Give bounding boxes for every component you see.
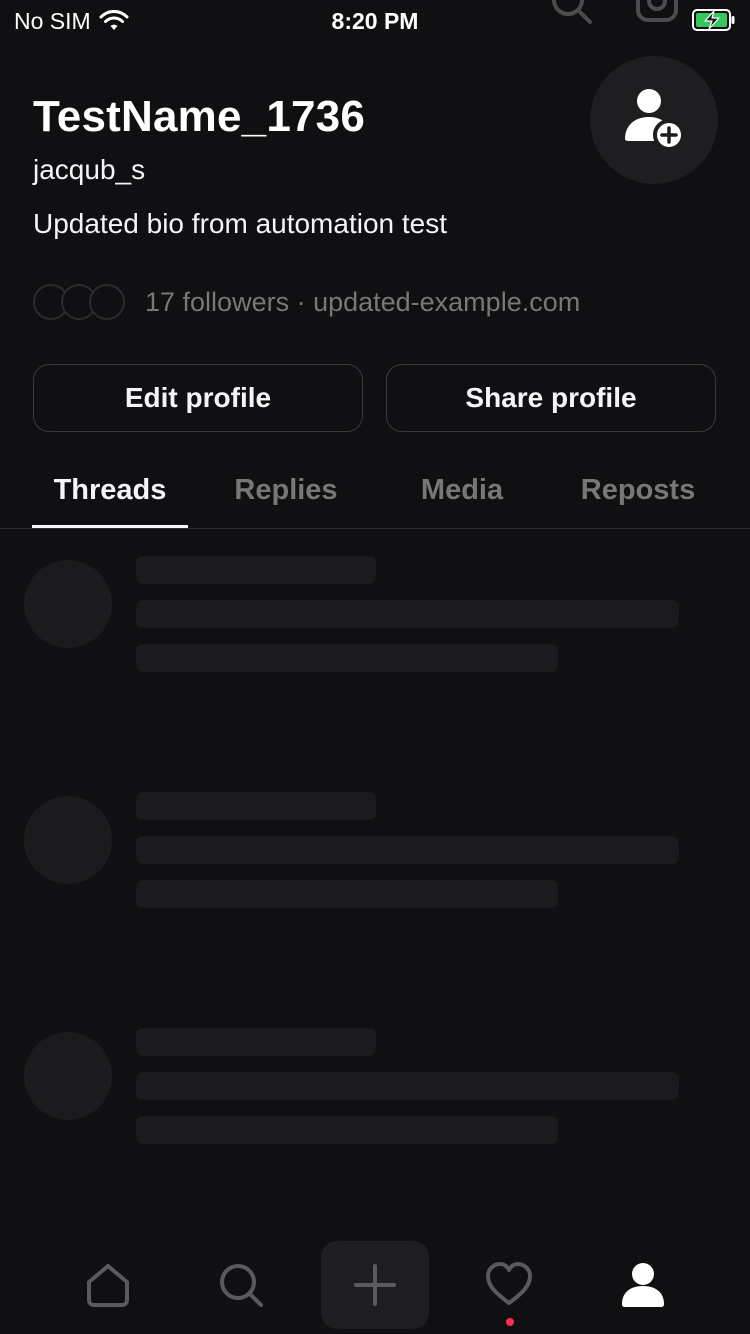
tab-reposts[interactable]: Reposts xyxy=(560,474,716,507)
profile-bio: Updated bio from automation test xyxy=(33,208,448,239)
skeleton-avatar xyxy=(24,1032,112,1120)
home-icon xyxy=(87,1264,129,1307)
skeleton-line xyxy=(136,792,376,820)
nav-home-button[interactable] xyxy=(54,1241,162,1329)
loading-skeleton-item xyxy=(0,1028,750,1148)
battery-charging-icon xyxy=(692,9,735,31)
followers-row[interactable]: 17 followers · updated-example.com xyxy=(33,282,580,322)
skeleton-line xyxy=(136,600,679,628)
profile-handle: jacqub_s xyxy=(33,154,146,185)
active-tab-indicator xyxy=(32,525,188,528)
profile-name: TestName_1736 xyxy=(33,92,365,141)
profile-tabs: Threads Replies Media Reposts xyxy=(0,460,750,529)
tab-threads[interactable]: Threads xyxy=(32,474,188,507)
profile-avatar-button[interactable] xyxy=(590,56,718,184)
faded-header-icons xyxy=(546,0,682,24)
plus-icon xyxy=(354,1264,396,1306)
add-user-icon xyxy=(625,89,685,151)
skeleton-line xyxy=(136,880,558,908)
search-icon xyxy=(220,1264,263,1307)
follower-avatar xyxy=(89,284,125,320)
search-icon xyxy=(552,0,592,24)
skeleton-line xyxy=(136,1072,679,1100)
skeleton-avatar xyxy=(24,796,112,884)
instagram-icon xyxy=(636,0,678,22)
edit-profile-button[interactable]: Edit profile xyxy=(33,364,363,432)
skeleton-line xyxy=(136,1028,376,1056)
share-profile-button[interactable]: Share profile xyxy=(386,364,716,432)
skeleton-avatar xyxy=(24,560,112,648)
nav-search-button[interactable] xyxy=(187,1241,295,1329)
nav-profile-button[interactable] xyxy=(589,1241,697,1329)
loading-skeleton-item xyxy=(0,556,750,676)
activity-notification-dot xyxy=(506,1318,514,1326)
loading-skeleton-item xyxy=(0,792,750,912)
heart-icon xyxy=(486,1262,532,1305)
skeleton-line xyxy=(136,1116,558,1144)
tab-media[interactable]: Media xyxy=(384,474,540,507)
profile-icon xyxy=(622,1263,664,1307)
status-bar: No SIM 8:20 PM xyxy=(0,0,750,40)
skeleton-line xyxy=(136,556,376,584)
skeleton-line xyxy=(136,644,558,672)
skeleton-line xyxy=(136,836,679,864)
followers-text[interactable]: 17 followers · updated-example.com xyxy=(145,287,580,318)
bottom-navigation xyxy=(0,1240,750,1334)
nav-activity-button[interactable] xyxy=(455,1241,563,1329)
tab-replies[interactable]: Replies xyxy=(208,474,364,507)
follower-avatars xyxy=(33,284,125,320)
nav-create-button[interactable] xyxy=(321,1241,429,1329)
